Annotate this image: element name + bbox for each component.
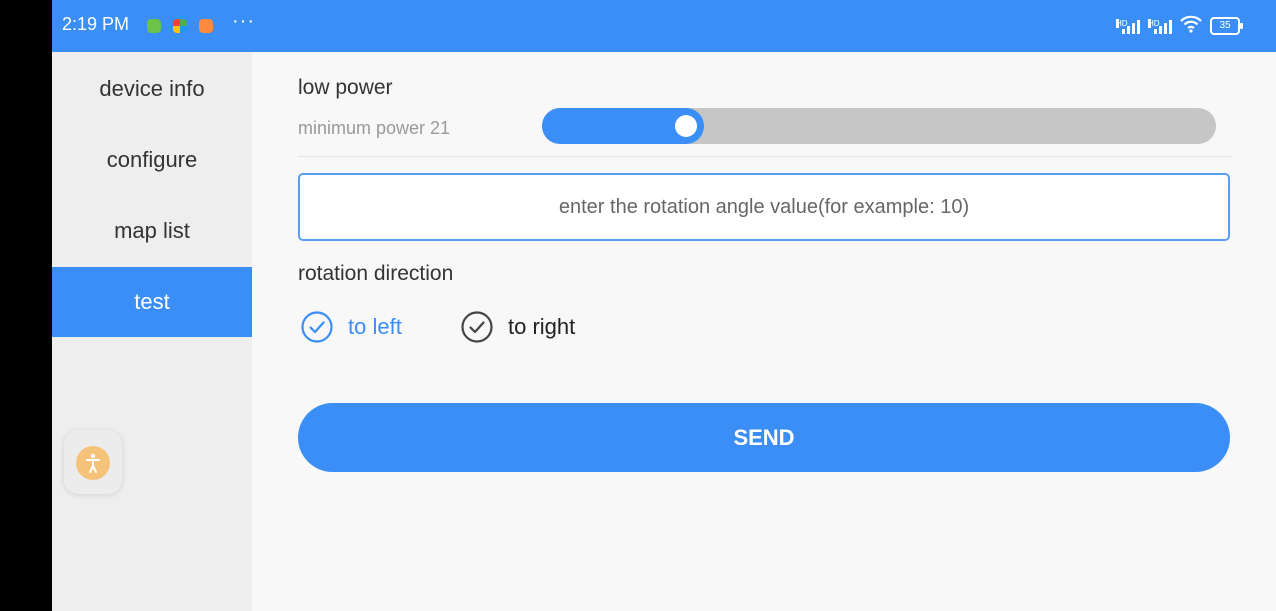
sidebar-item-map-list[interactable]: map list	[52, 196, 252, 266]
status-right-icons: HD HD 35	[1116, 15, 1243, 36]
sidebar-item-test[interactable]: test	[52, 267, 252, 337]
minimum-power-label: minimum power 21	[298, 118, 451, 138]
divider	[298, 156, 1232, 157]
status-bar: 2:19 PM ··· HD HD 35	[52, 0, 1276, 52]
power-slider[interactable]	[542, 108, 1216, 144]
radio-to-left[interactable]: to left	[300, 310, 402, 344]
sidebar-item-label: configure	[106, 147, 198, 172]
app-multicolor-icon	[173, 19, 187, 33]
power-slider-thumb[interactable]	[675, 115, 697, 137]
sidebar-item-label: map list	[114, 218, 190, 243]
sidebar-item-device-info[interactable]: device info	[52, 54, 252, 124]
sidebar-item-configure[interactable]: configure	[52, 125, 252, 195]
accessibility-icon	[76, 446, 110, 480]
battery-icon: 35	[1210, 16, 1243, 35]
app-orange-icon	[199, 19, 213, 33]
rotation-angle-input[interactable]	[298, 173, 1230, 241]
sidebar: device info configure map list test	[52, 52, 252, 611]
rotation-direction-label: rotation direction	[298, 262, 454, 285]
signal-hd-icon: HD	[1148, 18, 1172, 34]
check-circle-icon	[300, 310, 334, 344]
send-button[interactable]: SEND	[298, 403, 1230, 472]
sidebar-item-label: device info	[99, 76, 205, 101]
status-time: 2:19 PM	[62, 14, 130, 34]
accessibility-button[interactable]	[64, 430, 122, 494]
app-green-icon	[147, 19, 161, 33]
signal-hd-icon: HD	[1116, 18, 1140, 34]
radio-to-right[interactable]: to right	[460, 310, 575, 344]
check-circle-icon	[460, 310, 494, 344]
app-screen: 2:19 PM ··· HD HD 35 device info configu…	[52, 0, 1276, 611]
wifi-icon	[1180, 15, 1202, 36]
radio-label: to right	[508, 314, 576, 339]
low-power-title: low power	[298, 76, 393, 99]
sidebar-item-label: test	[134, 289, 170, 314]
radio-label: to left	[348, 314, 402, 339]
status-more-icon: ···	[232, 10, 255, 32]
